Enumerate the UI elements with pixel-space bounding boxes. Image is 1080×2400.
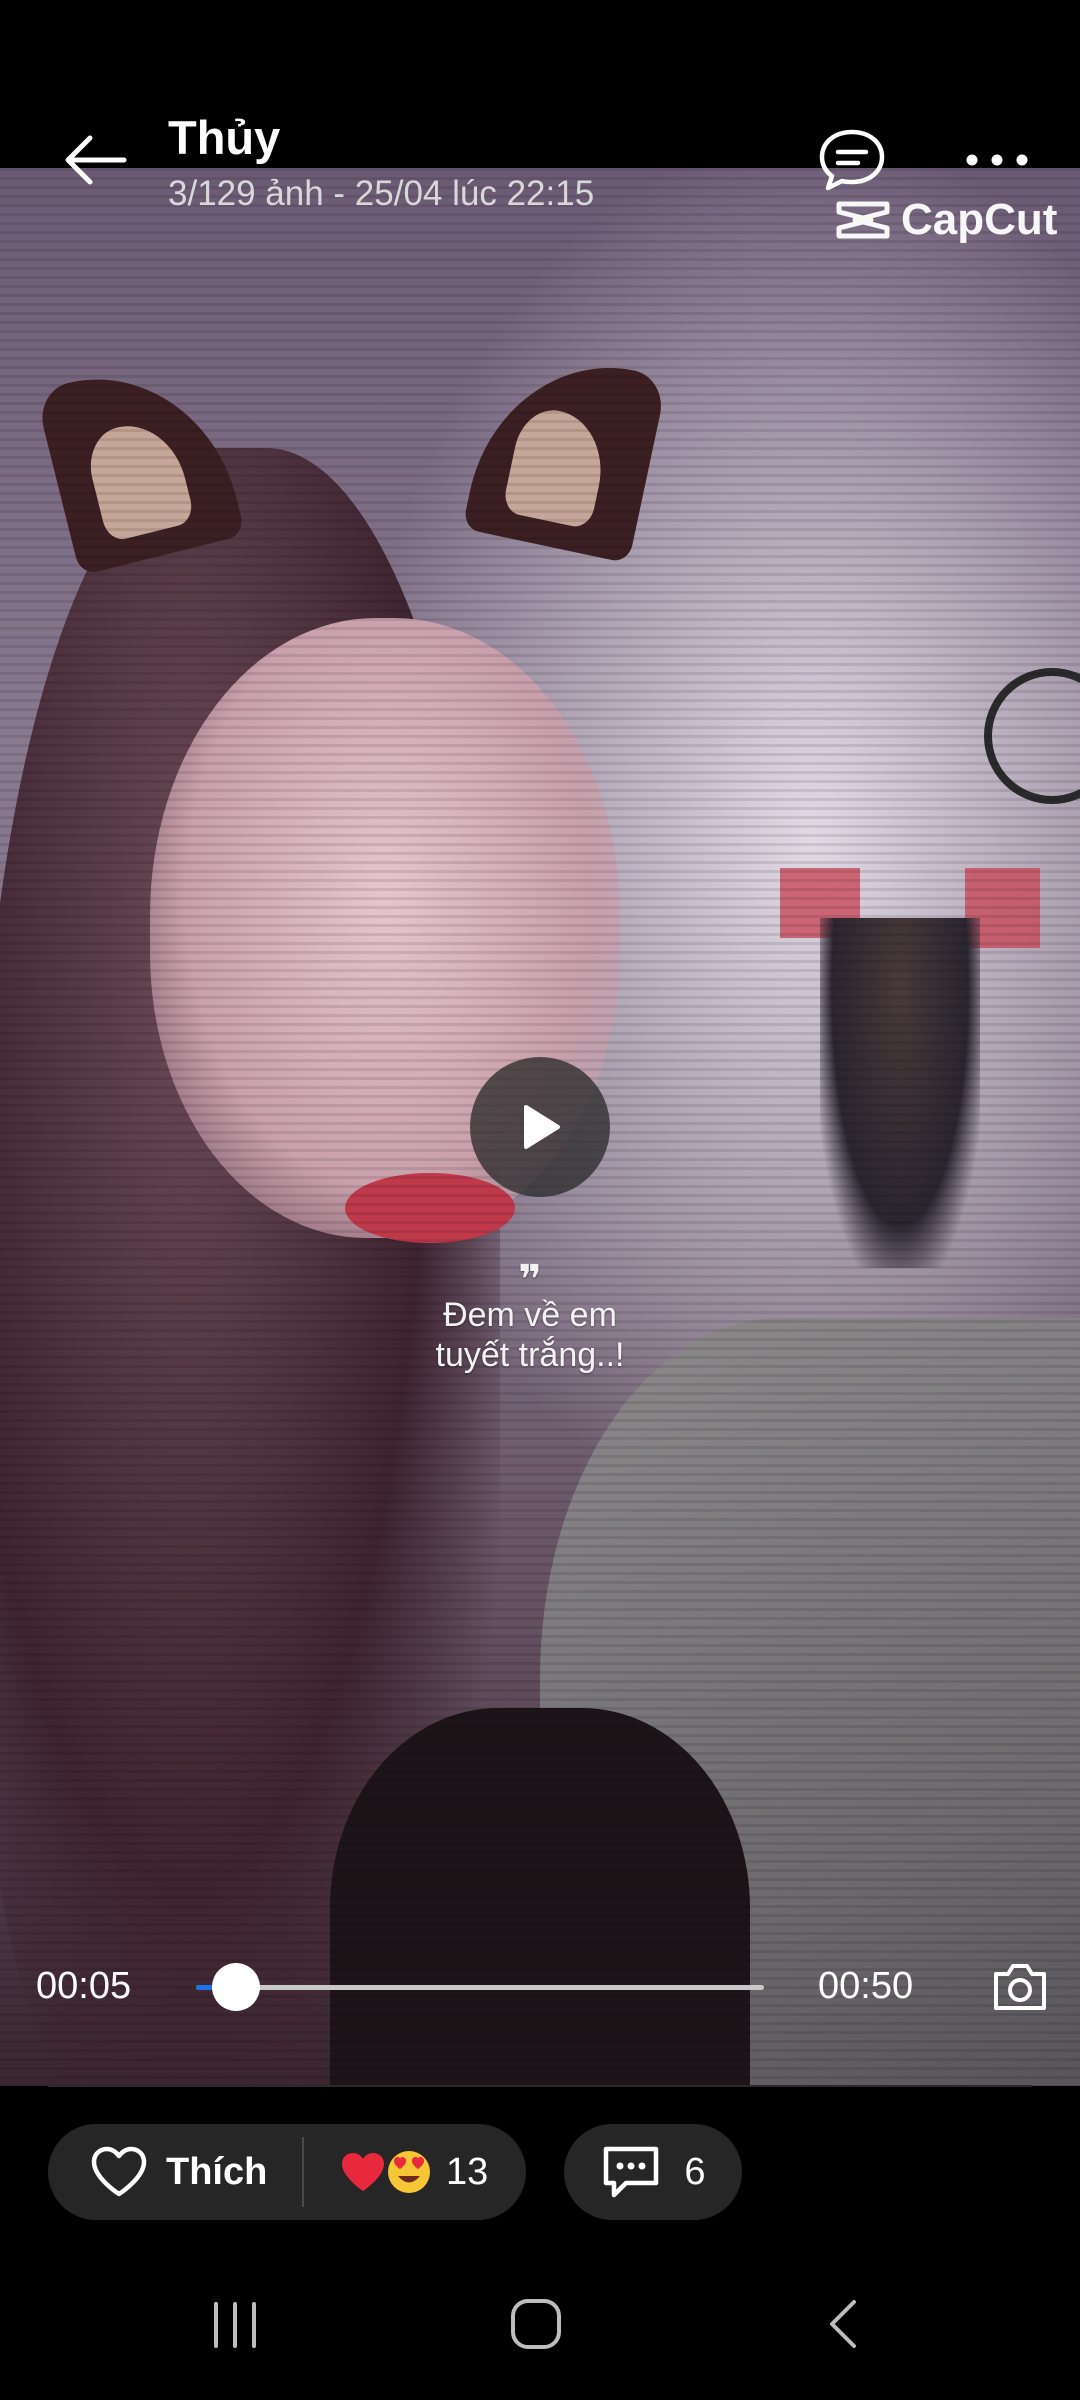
more-options-button[interactable] xyxy=(962,148,1032,172)
divider xyxy=(48,2085,1032,2087)
chevron-left-icon xyxy=(830,2300,856,2348)
video-scene-ear-right xyxy=(462,342,668,564)
chat-bubble-icon xyxy=(819,129,885,191)
caption-quote-mark: ❞ xyxy=(518,1258,542,1302)
photo-counter-and-date: 3/129 ảnh - 25/04 lúc 22:15 xyxy=(168,174,595,213)
recent-apps-icon xyxy=(214,2302,256,2348)
screenshot-button[interactable] xyxy=(990,1958,1050,2014)
video-caption: ❞ Đem về em tuyết trắng..! xyxy=(370,1258,690,1375)
back-button[interactable] xyxy=(62,130,128,190)
more-dots-icon xyxy=(966,154,1028,166)
arrow-left-icon xyxy=(65,135,127,185)
video-scene-lips xyxy=(345,1173,515,1243)
camera-icon xyxy=(994,1964,1046,2010)
comment-button[interactable]: 6 xyxy=(564,2124,742,2220)
system-back-button[interactable] xyxy=(826,2298,858,2350)
comment-icon xyxy=(604,2146,659,2198)
capcut-logo-icon xyxy=(836,201,890,239)
recent-apps-button[interactable] xyxy=(210,2302,260,2348)
home-icon xyxy=(511,2299,561,2349)
time-total: 00:50 xyxy=(818,1965,914,2007)
home-button[interactable] xyxy=(510,2298,562,2350)
capcut-watermark-text: CapCut xyxy=(901,195,1058,244)
heart-emoji-icon xyxy=(340,2149,386,2195)
play-icon xyxy=(524,1105,560,1149)
caption-line-2: tuyết trắng..! xyxy=(435,1336,625,1374)
seek-bar-track[interactable] xyxy=(196,1985,764,1990)
chat-button[interactable] xyxy=(818,128,886,192)
capcut-watermark: CapCut xyxy=(835,195,1058,244)
video-scene-fan xyxy=(984,668,1080,804)
play-button[interactable] xyxy=(470,1057,610,1197)
heart-eyes-emoji-icon xyxy=(386,2149,432,2195)
like-button[interactable]: Thích xyxy=(48,2124,302,2220)
like-reaction-bar: Thích 13 xyxy=(48,2124,526,2220)
heart-outline-icon xyxy=(91,2146,147,2197)
comment-count: 6 xyxy=(684,2150,706,2193)
time-elapsed: 00:05 xyxy=(36,1965,132,2007)
video-scene-background-person xyxy=(820,918,980,1268)
seek-bar-thumb[interactable] xyxy=(211,1963,260,2011)
video-scene-ear-left xyxy=(34,350,246,576)
video-scene-shirt xyxy=(330,1708,750,2086)
like-label: Thích xyxy=(166,2150,268,2193)
reactions-summary[interactable]: 13 xyxy=(304,2124,488,2220)
reaction-count: 13 xyxy=(446,2150,489,2193)
caption-line-1: Đem về em xyxy=(443,1296,617,1334)
page-title: Thủy xyxy=(168,111,281,164)
